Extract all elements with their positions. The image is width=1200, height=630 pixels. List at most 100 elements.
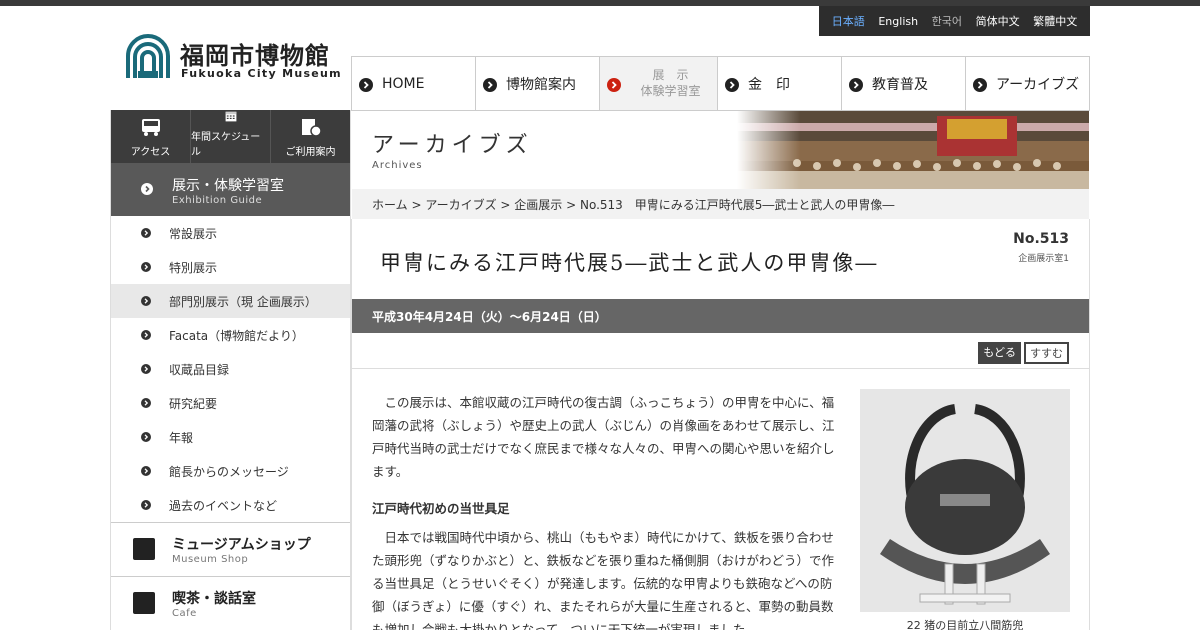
sidebar-item[interactable]: 部門別展示（現 企画展示） [111,284,350,318]
shopping-bag-icon [133,538,155,560]
lang-ko[interactable]: 한국어 [932,13,962,29]
banner-subtitle: Archives [372,160,423,171]
pager: もどる すすむ [978,342,1069,364]
section-subtitle: Exhibition Guide [172,195,263,206]
sidebar-item-label: Facata（博物館だより） [169,328,304,343]
circle-arrow-icon [141,228,151,238]
body-paragraph: 日本では戦国時代中頃から、桃山（ももやま）時代にかけて、鉄板を張り合わせた頭形兜… [372,530,835,630]
sidebar-museum-shop[interactable]: ミュージアムショップ Museum Shop [111,522,350,576]
banner-title: アーカイブズ [372,133,533,158]
circle-arrow-icon [607,78,621,92]
sidebar-submenu: 常設展示特別展示部門別展示（現 企画展示） Facata（博物館だより） 収蔵品目録… [111,216,350,522]
global-nav-item[interactable]: 博物館案内 [476,57,600,111]
language-switcher: 日本語 English 한국어 简体中文 繁體中文 [819,6,1090,36]
quick-link-label: ご利用案内 [285,147,336,158]
global-nav-item[interactable]: 教育普及 [842,57,966,111]
festival-photo [737,111,1089,189]
sidebar-item-label: 館長からのメッセージ [169,464,289,479]
sidebar-item-label: 研究紀要 [169,396,218,411]
next-button[interactable]: すすむ [1024,342,1069,364]
sidebar: アクセス 年間スケジュール ご利用案内 展示・体験学習室 Exhibition … [110,110,351,630]
quick-link-label: 年間スケジュール [191,132,261,158]
circle-arrow-icon [483,78,497,92]
sidebar-item-label: 常設展示 [169,226,218,241]
sidebar-item-label: 収蔵品目録 [169,362,230,377]
global-nav-label: 展 示 体験学習室 [640,67,701,98]
global-nav-item[interactable]: HOME [352,57,476,111]
museum-logo-icon [126,34,170,78]
sidebar-item-label: 部門別展示（現 企画展示） [169,294,317,309]
sidebar-item-label: 年報 [169,430,194,445]
global-nav-label: 金 印 [748,76,790,93]
circle-arrow-icon [141,398,151,408]
sidebar-item-label: 過去のイベントなど [169,498,278,513]
circle-arrow-icon [141,183,153,195]
lang-zh-cn[interactable]: 简体中文 [976,13,1020,29]
site-logo[interactable]: 福岡市博物館 Fukuoka City Museum [124,34,344,84]
global-nav: HOME 博物館案内 展 示 体験学習室 金 印 教育普及 アーカイブズ [351,56,1090,111]
circle-arrow-icon [141,296,151,306]
global-nav-label: 教育普及 [872,76,928,93]
exhibit-room: 企画展示室1 [1018,254,1069,264]
section-heading: 江戸時代初めの当世具足 [372,501,510,516]
circle-arrow-icon [725,78,739,92]
info-icon [301,119,322,137]
circle-arrow-icon [359,78,373,92]
helmet-photo [860,389,1070,612]
section-title: 展示・体験学習室 [172,178,284,194]
global-nav-label: 博物館案内 [506,76,576,93]
calendar-icon [225,111,236,122]
prev-button[interactable]: もどる [978,342,1021,364]
page-banner: アーカイブズ Archives [352,111,1089,189]
circle-arrow-icon [973,78,987,92]
global-nav-label: HOME [382,75,425,92]
sidebar-item[interactable]: 特別展示 [111,250,350,284]
quick-link-schedule[interactable]: 年間スケジュール [191,110,271,163]
shop-title: ミュージアムショップ [172,537,311,553]
global-nav-item[interactable]: アーカイブズ [966,57,1090,111]
global-nav-label: アーカイブズ [996,76,1080,93]
sidebar-item[interactable]: 常設展示 [111,216,350,250]
quick-link-access[interactable]: アクセス [111,110,191,163]
sidebar-cafe[interactable]: 喫茶・談話室 Cafe [111,576,350,630]
global-nav-item[interactable]: 展 示 体験学習室 [600,57,718,111]
sidebar-section-exhibition[interactable]: 展示・体験学習室 Exhibition Guide [111,163,350,216]
cafe-subtitle: Cafe [172,608,197,619]
circle-arrow-icon [141,466,151,476]
bus-icon [141,119,160,136]
lang-en[interactable]: English [878,15,918,28]
logo-japanese: 福岡市博物館 [180,41,330,70]
sidebar-item[interactable]: 館長からのメッセージ [111,454,350,488]
exhibit-number: No.513 [1013,231,1069,247]
article-body: この展示は、本館収蔵の江戸時代の復古調（ふっこちょう）の甲冑を中心に、福岡藩の武… [372,391,842,630]
breadcrumb[interactable]: ホーム > アーカイブズ > 企画展示 > No.513 甲冑にみる江戸時代展5… [352,189,1089,219]
circle-arrow-icon [141,364,151,374]
sidebar-item[interactable]: 年報 [111,420,350,454]
intro-paragraph: この展示は、本館収蔵の江戸時代の復古調（ふっこちょう）の甲冑を中心に、福岡藩の武… [372,395,835,479]
circle-arrow-icon [141,262,151,272]
sidebar-item[interactable]: Facata（博物館だより） [111,318,350,352]
quick-links: アクセス 年間スケジュール ご利用案内 [111,110,350,163]
circle-arrow-icon [141,432,151,442]
quick-link-info[interactable]: ご利用案内 [271,110,350,163]
exhibit-title: 甲冑にみる江戸時代展5―武士と武人の甲冑像― [380,251,879,275]
divider [352,368,1089,369]
main-content: 甲冑にみる江戸時代展5―武士と武人の甲冑像― No.513 企画展示室1 平成3… [351,219,1090,630]
shop-subtitle: Museum Shop [172,554,249,565]
quick-link-label: アクセス [130,147,171,158]
sidebar-item[interactable]: 研究紀要 [111,386,350,420]
fork-knife-icon [133,592,155,614]
exhibit-period: 平成30年4月24日（火）～6月24日（日） [352,299,1089,333]
circle-arrow-icon [141,330,151,340]
global-nav-item[interactable]: 金 印 [718,57,842,111]
lang-zh-tw[interactable]: 繁體中文 [1033,13,1077,29]
circle-arrow-icon [141,500,151,510]
sidebar-item[interactable]: 過去のイベントなど [111,488,350,522]
cafe-title: 喫茶・談話室 [172,591,256,607]
logo-english: Fukuoka City Museum [181,67,342,80]
sidebar-item-label: 特別展示 [169,260,218,275]
sidebar-item[interactable]: 収蔵品目録 [111,352,350,386]
lang-ja[interactable]: 日本語 [832,13,865,29]
circle-arrow-icon [849,78,863,92]
figure-caption: 22 猪の目前立八間筋兜 [906,619,1024,630]
